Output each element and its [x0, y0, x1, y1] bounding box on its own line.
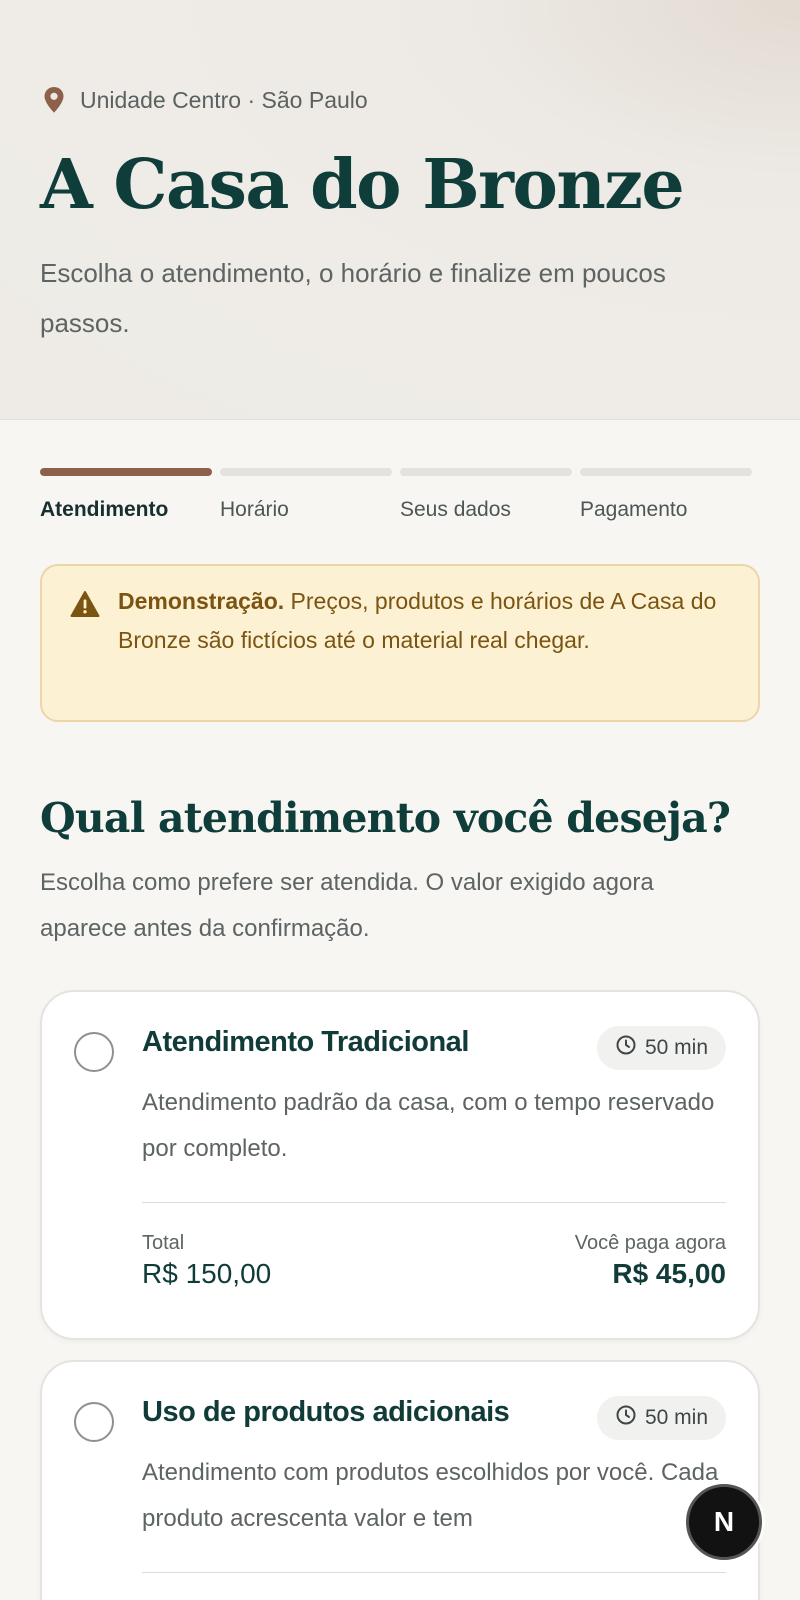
step-label: Pagamento: [580, 498, 688, 521]
duration-badge: 50 min: [596, 1396, 726, 1440]
section-title: Qual atendimento você deseja?: [40, 794, 731, 842]
page-subtitle: Escolha o atendimento, o horário e final…: [40, 258, 666, 338]
clock-icon: [615, 1404, 637, 1432]
location-label: Unidade Centro · São Paulo: [80, 86, 368, 113]
step-seus-dados[interactable]: Seus dados: [400, 468, 572, 522]
step-progress-bar: [220, 468, 392, 476]
service-card-produtos-adicionais[interactable]: Uso de produtos adicionais 50 min Atendi…: [40, 1360, 760, 1600]
step-progress-bar: [40, 468, 212, 476]
map-pin-icon: [40, 84, 68, 116]
step-label: Seus dados: [400, 498, 511, 521]
service-name: Atendimento Tradicional: [142, 1026, 469, 1058]
warning-icon: [70, 590, 100, 618]
notice-text: Demonstração. Preços, produtos e horário…: [118, 582, 718, 660]
duration-label: 50 min: [644, 1036, 708, 1059]
duration-badge: 50 min: [596, 1026, 726, 1070]
total-price: R$ 150,00: [142, 1258, 272, 1289]
dev-tools-badge[interactable]: N: [686, 1484, 762, 1560]
step-horario[interactable]: Horário: [220, 468, 392, 522]
step-progress-bar: [400, 468, 572, 476]
service-radio[interactable]: [74, 1402, 114, 1442]
pay-now-price: R$ 45,00: [612, 1258, 726, 1289]
page-title: A Casa do Bronze: [40, 145, 685, 225]
clock-icon: [615, 1034, 637, 1062]
total-label: Total: [142, 1232, 185, 1254]
service-description: Atendimento padrão da casa, com o tempo …: [142, 1089, 715, 1162]
service-name: Uso de produtos adicionais: [142, 1396, 510, 1428]
booking-steps: Atendimento Horário Seus dados Pagamento: [40, 468, 760, 528]
service-card-tradicional[interactable]: Atendimento Tradicional 50 min Atendimen…: [40, 990, 760, 1340]
location: Unidade Centro · São Paulo: [40, 84, 368, 116]
section-subtitle: Escolha como prefere ser atendida. O val…: [40, 869, 654, 942]
step-atendimento[interactable]: Atendimento: [40, 468, 212, 522]
step-pagamento[interactable]: Pagamento: [580, 468, 752, 522]
demo-notice: Demonstração. Preços, produtos e horário…: [40, 564, 760, 722]
duration-label: 50 min: [644, 1406, 708, 1429]
step-progress-bar: [580, 468, 752, 476]
service-description: Atendimento com produtos escolhidos por …: [142, 1459, 719, 1532]
service-radio[interactable]: [74, 1032, 114, 1072]
step-label: Atendimento: [40, 498, 169, 521]
hero-header: Unidade Centro · São Paulo A Casa do Bro…: [0, 0, 800, 420]
step-label: Horário: [220, 498, 289, 521]
card-divider: [142, 1572, 726, 1573]
notice-strong: Demonstração.: [118, 588, 285, 614]
card-divider: [142, 1202, 726, 1203]
pay-now-label: Você paga agora: [574, 1232, 726, 1254]
